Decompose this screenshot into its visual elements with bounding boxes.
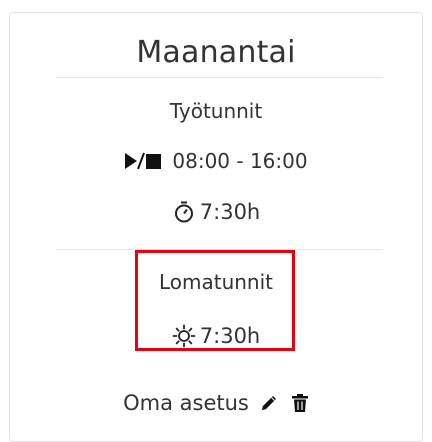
custom-setting-row: Oma asetus [10,391,422,415]
play-stop-icon [124,152,166,170]
work-hours-label: Työtunnit [169,99,263,123]
day-title: Maanantai [136,35,296,70]
trash-icon[interactable] [291,393,309,413]
leave-hours-highlight [135,250,295,351]
work-hours-total: 7:30h [10,200,422,224]
custom-setting-label: Oma asetus [123,391,249,415]
work-time-range: 08:00 - 16:00 [10,149,422,173]
day-card: Maanantai Työtunnit 08:00 - 16:00 7:30h … [9,12,423,442]
time-range-text: 08:00 - 16:00 [172,149,308,173]
stopwatch-icon [172,200,196,224]
divider [56,77,382,78]
work-hours-value: 7:30h [199,200,261,224]
pencil-icon[interactable] [259,393,279,413]
